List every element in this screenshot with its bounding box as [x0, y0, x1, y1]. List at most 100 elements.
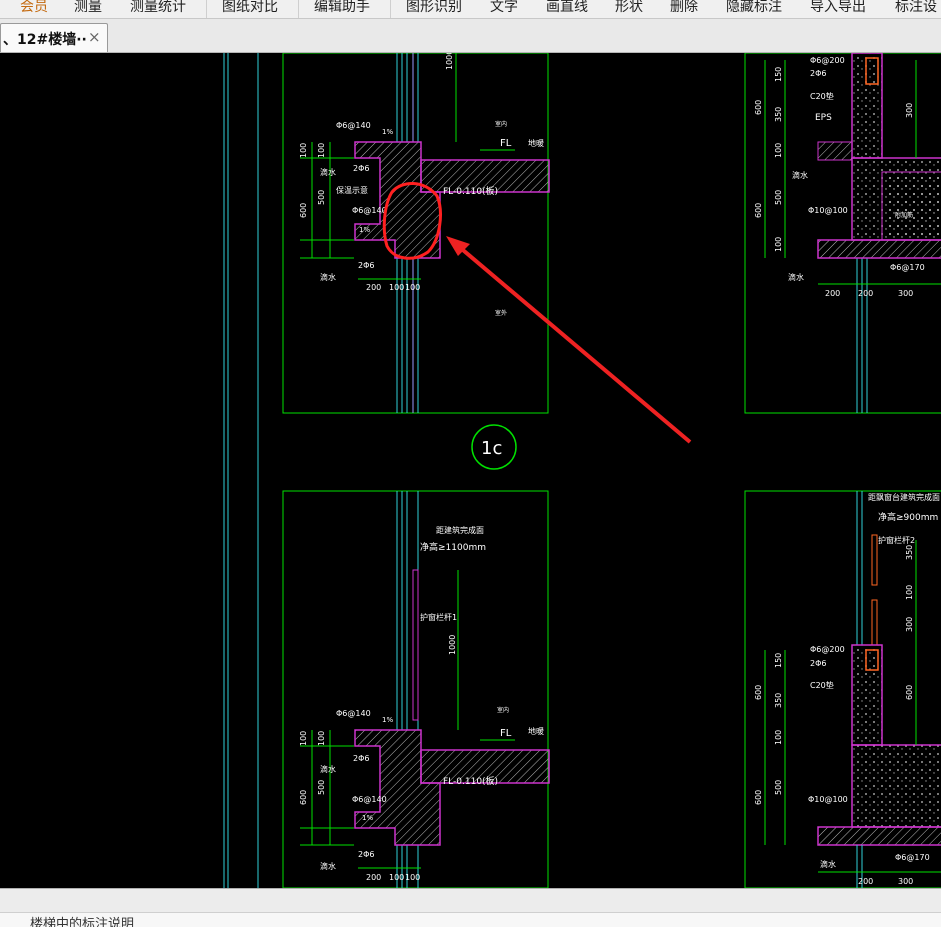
- dim-text: 500: [774, 190, 783, 205]
- dim-text: 600: [754, 790, 763, 805]
- misc-label: 附加筋: [895, 211, 913, 219]
- drawing-tab[interactable]: 、12#楼墙·· ×: [0, 23, 108, 52]
- menu-draw-line[interactable]: 画直线: [546, 0, 588, 16]
- dim-text: 500: [317, 780, 326, 795]
- rail-top-label: 距飘窗台建筑完成面: [868, 492, 940, 502]
- dim-text: 100: [405, 873, 420, 882]
- menu-bar: 会员 测量 测量统计 图纸对比 编辑助手 图形识别 文字 画直线 形状 删除 隐…: [0, 0, 941, 19]
- dim-text: 300: [898, 289, 913, 298]
- menu-drawing-compare[interactable]: 图纸对比: [222, 0, 278, 16]
- detail-top-right: 600 150 350 100 500 600 100 300 Φ6@200 2…: [744, 53, 941, 414]
- outdoor-label: 室外: [495, 309, 507, 317]
- dim-text: 100: [389, 283, 404, 292]
- menu-separator: [206, 0, 207, 18]
- rail-height-label: 净高≥900mm: [878, 511, 938, 523]
- dim-text: 200: [858, 289, 873, 298]
- drawing-tab-title: 、12#楼墙··: [3, 32, 87, 48]
- dim-text: 1000: [445, 53, 454, 70]
- rebar-label: Φ6@140: [352, 795, 387, 804]
- dim-text: 300: [905, 103, 914, 118]
- dim-text: 600: [754, 203, 763, 218]
- c20-label: C20垫: [810, 680, 834, 690]
- menu-measure[interactable]: 测量: [74, 0, 102, 16]
- rebar-label: Φ10@100: [808, 795, 848, 804]
- dim-text: 100: [389, 873, 404, 882]
- drip-label: 滴水: [320, 861, 336, 871]
- dim-text: 100: [317, 143, 326, 158]
- menu-delete[interactable]: 删除: [670, 0, 698, 16]
- rebar-label: Φ6@140: [336, 709, 371, 718]
- menu-hide-annotation[interactable]: 隐藏标注: [726, 0, 782, 16]
- rebar-label: 2Φ6: [358, 261, 374, 270]
- dim-text: 500: [317, 190, 326, 205]
- dim-text: 500: [774, 780, 783, 795]
- dim-text: 600: [754, 100, 763, 115]
- rail-top-label: 距建筑完成面: [436, 525, 484, 535]
- dim-text: 200: [858, 877, 873, 886]
- detail-bottom-right: 距飘窗台建筑完成面 净高≥900mm 护窗栏杆2 350 100 300 600…: [744, 490, 941, 888]
- dim-text: 150: [774, 67, 783, 82]
- menu-measure-stats[interactable]: 测量统计: [130, 0, 186, 16]
- menu-member[interactable]: 会员: [20, 0, 48, 16]
- menu-shape-recognition[interactable]: 图形识别: [406, 0, 462, 16]
- drawing-canvas[interactable]: 1000 100 100 500 600 200 100 100 Φ6@140 …: [0, 53, 941, 888]
- cad-drawing: 1000 100 100 500 600 200 100 100 Φ6@140 …: [223, 53, 941, 888]
- rebar-label: 2Φ6: [353, 754, 369, 763]
- floor-level-label: FL-0.110(板): [443, 185, 498, 197]
- rebar-label: Φ6@170: [895, 853, 930, 862]
- dim-text: 350: [774, 693, 783, 708]
- drip-label: 滴水: [320, 764, 336, 774]
- rebar-label: Φ6@200: [810, 645, 845, 654]
- dim-text: 200: [366, 873, 381, 882]
- drip-label: 滴水: [788, 272, 804, 282]
- dim-text: 150: [774, 653, 783, 668]
- dim-text: 200: [366, 283, 381, 292]
- slope-label: 1%: [359, 226, 370, 234]
- dim-text: 100: [405, 283, 420, 292]
- drip-label: 滴水: [320, 272, 336, 282]
- insulation-label: 保温示意: [336, 185, 368, 195]
- dim-text: 300: [905, 617, 914, 632]
- dim-text: 100: [317, 731, 326, 746]
- menu-import-export[interactable]: 导入导出: [810, 0, 866, 16]
- detail-bottom-left: 1000 距建筑完成面 净高≥1100mm 护窗栏杆1 100 100 500 …: [282, 490, 550, 888]
- slope-label: 1%: [382, 128, 393, 136]
- rail-label: 护窗栏杆1: [420, 612, 457, 622]
- rebar-label: 2Φ6: [810, 659, 826, 668]
- dim-text: 100: [774, 143, 783, 158]
- indoor-label: 室内: [497, 706, 509, 714]
- status-bar: 楼梯中的标注说明: [0, 888, 941, 927]
- slope-label: 1%: [382, 716, 393, 724]
- menu-annotation-settings[interactable]: 标注设: [895, 0, 937, 16]
- dim-text: 100: [905, 585, 914, 600]
- rail-label: 护窗栏杆2: [878, 535, 915, 545]
- rebar-label: Φ6@140: [352, 206, 387, 215]
- detail-label: 1c: [481, 438, 502, 459]
- rail-height-label: 净高≥1100mm: [420, 541, 486, 553]
- rebar-label: 2Φ6: [358, 850, 374, 859]
- dim-text: 100: [774, 730, 783, 745]
- close-icon[interactable]: ×: [88, 28, 101, 46]
- c20-label: C20垫: [810, 91, 834, 101]
- menu-edit-helper[interactable]: 编辑助手: [314, 0, 370, 16]
- menu-shape[interactable]: 形状: [615, 0, 643, 16]
- dim-text: 600: [299, 790, 308, 805]
- menu-text[interactable]: 文字: [490, 0, 518, 16]
- tab-bar: 、12#楼墙·· ×: [0, 19, 941, 53]
- drip-label: 滴水: [820, 859, 836, 869]
- indoor-label: 室内: [495, 120, 507, 128]
- floor-label: 地暖: [528, 726, 544, 736]
- slope-label: 1%: [362, 814, 373, 822]
- fl-label: FL: [500, 728, 512, 739]
- fl-label: FL: [500, 138, 512, 149]
- menu-separator: [298, 0, 299, 18]
- rebar-label: Φ6@140: [336, 121, 371, 130]
- dim-text: 200: [825, 289, 840, 298]
- drip-label: 滴水: [792, 170, 808, 180]
- rebar-label: Φ10@100: [808, 206, 848, 215]
- rebar-label: Φ6@170: [890, 263, 925, 272]
- dim-text: 350: [905, 545, 914, 560]
- drip-label: 滴水: [320, 167, 336, 177]
- dim-text: 600: [905, 685, 914, 700]
- floor-label: 地暖: [528, 138, 544, 148]
